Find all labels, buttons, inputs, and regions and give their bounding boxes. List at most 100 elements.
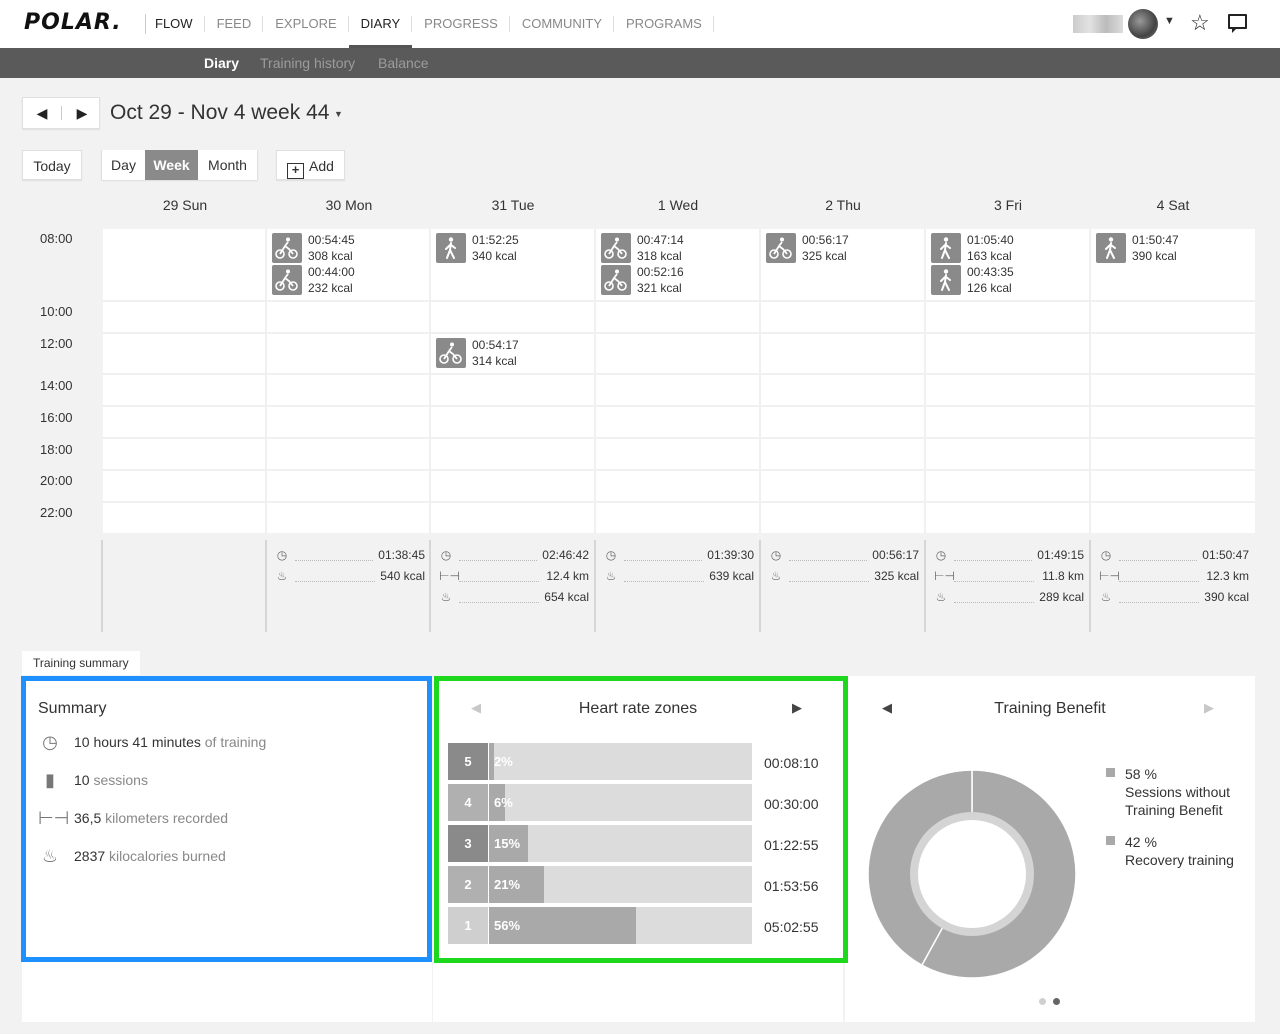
time-label: 10:00 [40,304,73,319]
totals-row: ◷ 02:46:42 [439,546,589,566]
training-summary-tab[interactable]: Training summary [22,651,140,675]
week-title[interactable]: Oct 29 - Nov 4 week 44 [110,101,329,125]
flame-icon: ♨ [1100,590,1112,604]
training-session[interactable]: 01:05:40 163 kcal [931,233,1081,265]
session-calories: 390 kcal [1132,249,1177,263]
grid-column-divider [1089,229,1091,533]
summary-label: of training [204,734,267,750]
stopwatch-icon: ◷ [42,732,58,752]
carousel-dot-active[interactable] [1053,998,1060,1005]
training-session[interactable]: 00:54:45 308 kcal [272,233,422,265]
totals-row: ◷ 01:39:30 [604,546,754,566]
summary-row-text: 10 hours 41 minutes of training [74,734,266,750]
totals-value: 01:39:30 [703,548,754,562]
pager-divider [61,106,62,120]
grid-row-divider [103,332,1255,334]
zone-bar-track: 2% [489,743,752,780]
message-icon[interactable] [1228,14,1247,33]
chevron-down-icon[interactable]: ▼ [1164,15,1175,27]
zone-number: 5 [448,743,488,780]
dotted-leader [954,602,1034,603]
nav-explore[interactable]: EXPLORE [263,0,350,48]
chevron-down-icon[interactable]: ▼ [334,109,343,119]
bar-chart-icon: ▮ [45,770,55,790]
totals-row: ◷ 01:50:47 [1099,546,1249,566]
user-name[interactable] [1073,15,1123,33]
totals-value: 01:49:15 [1033,548,1084,562]
zone-percentage: 6% [494,795,513,810]
nav-feed[interactable]: FEED [205,0,264,48]
nav-programs[interactable]: PROGRAMS [614,0,714,48]
flame-icon: ♨ [770,569,782,583]
training-session[interactable]: 00:47:14 318 kcal [601,233,751,265]
nav-diary[interactable]: DIARY [348,0,413,48]
nav-community[interactable]: COMMUNITY [510,0,615,48]
stopwatch-icon: ◷ [605,548,617,562]
stopwatch-icon: ◷ [1100,548,1112,562]
hr-zones-prev-arrow[interactable]: ◀ [471,700,481,716]
day-totals [103,540,267,632]
subnav-diary[interactable]: Diary [204,48,239,78]
training-session[interactable]: 00:44:00 232 kcal [272,265,422,297]
subnav-balance[interactable]: Balance [378,48,429,78]
day-totals: ◷ 01:50:47 ⊢⊣ 12.3 km ♨ 390 kcal [1091,540,1255,632]
cycling-icon [766,233,796,263]
totals-value: 12.3 km [1202,569,1249,583]
training-session[interactable]: 00:56:17 325 kcal [766,233,916,265]
previous-week-button[interactable]: ◀ [23,98,61,128]
carousel-dot[interactable] [1039,998,1046,1005]
day-header: 3 Fri [994,197,1022,213]
session-duration: 00:52:16 [637,265,684,279]
summary-row-text: 2837 kilocalories burned [74,848,226,864]
time-label: 16:00 [40,410,73,425]
next-week-button[interactable]: ▶ [63,98,101,128]
summary-title: Summary [38,700,107,717]
cycling-icon [601,265,631,295]
training-benefit-title: Training Benefit [994,700,1106,717]
training-session[interactable]: 00:52:16 321 kcal [601,265,751,297]
totals-row: ♨ 289 kcal [934,588,1084,608]
training-benefit-next-arrow[interactable]: ▶ [1204,700,1214,716]
cycling-icon [436,338,466,368]
zone-bar-track: 15% [489,825,752,862]
session-calories: 314 kcal [472,354,517,368]
dotted-leader [1119,602,1199,603]
stopwatch-icon: ◷ [935,548,947,562]
summary-value: 2837 [74,848,106,864]
zone-bar-track: 21% [489,866,752,903]
zone-bar-track: 6% [489,784,752,821]
time-label: 14:00 [40,378,73,393]
polar-logo[interactable]: POLAR. [24,10,122,35]
totals-value: 00:56:17 [868,548,919,562]
stopwatch-icon: ◷ [440,548,452,562]
distance-icon: ⊢⊣ [934,569,955,583]
view-month-button[interactable]: Month [198,150,257,180]
avatar[interactable] [1128,9,1158,39]
legend-label: Sessions without Training Benefit [1125,784,1231,818]
zone-percentage: 15% [494,836,521,851]
view-day-button[interactable]: Day [102,150,145,180]
day-header: 31 Tue [491,197,535,213]
star-icon[interactable]: ☆ [1190,10,1210,36]
add-button[interactable]: + Add [276,150,345,180]
training-session[interactable]: 00:54:17 314 kcal [436,338,586,370]
totals-row: ⊢⊣ 11.8 km [934,567,1084,587]
hr-zones-next-arrow[interactable]: ▶ [792,700,802,716]
view-week-button[interactable]: Week [145,150,198,180]
training-session[interactable]: 01:50:47 390 kcal [1096,233,1246,265]
nav-flow[interactable]: FLOW [150,0,205,48]
subnav-training-history[interactable]: Training history [260,48,355,78]
today-button[interactable]: Today [22,150,82,180]
training-benefit-prev-arrow[interactable]: ◀ [882,700,892,716]
training-session[interactable]: 00:43:35 126 kcal [931,265,1081,297]
zone-time: 00:30:00 [764,796,819,812]
training-session[interactable]: 01:52:25 340 kcal [436,233,586,265]
summary-row-text: 10 sessions [74,772,148,788]
session-calories: 126 kcal [967,281,1012,295]
dotted-leader [1119,560,1199,561]
totals-row: ⊢⊣ 12.3 km [1099,567,1249,587]
totals-value: 12.4 km [542,569,589,583]
calendar-add-icon: + [287,163,305,179]
summary-row-text: 36,5 kilometers recorded [74,810,228,826]
nav-progress[interactable]: PROGRESS [412,0,510,48]
